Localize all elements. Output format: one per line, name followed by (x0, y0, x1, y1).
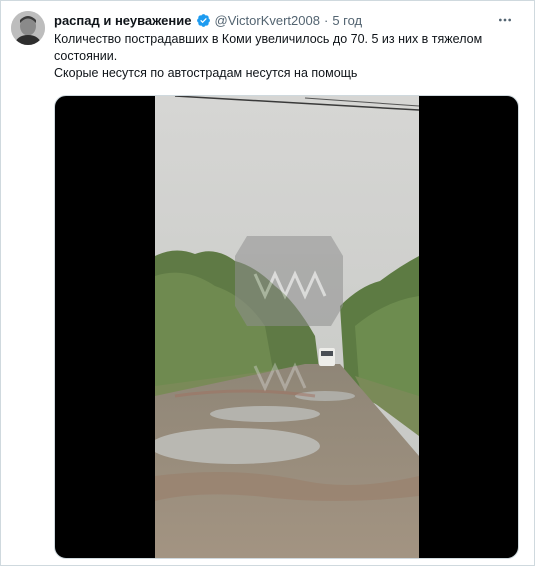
separator-dot: · (323, 12, 329, 28)
author-handle[interactable]: @VictorKvert2008 (215, 13, 320, 28)
tweet-text: Количество пострадавших в Коми увеличило… (54, 31, 494, 82)
tweet-header: распад и неуважение @VictorKvert2008 · 5… (54, 11, 362, 29)
tweet-text-line: Скорые несутся по автострадам несутся на… (54, 66, 358, 80)
timestamp[interactable]: 5 год (332, 13, 362, 28)
video-frame[interactable] (155, 96, 419, 558)
author-name[interactable]: распад и неуважение (54, 13, 192, 28)
tweet-card[interactable]: распад и неуважение @VictorKvert2008 · 5… (0, 0, 535, 566)
video-player[interactable] (54, 95, 519, 559)
more-options-icon[interactable] (496, 11, 514, 29)
verified-badge-icon (196, 13, 211, 28)
avatar[interactable] (11, 11, 45, 45)
tweet-text-line: Количество пострадавших в Коми увеличило… (54, 32, 483, 63)
